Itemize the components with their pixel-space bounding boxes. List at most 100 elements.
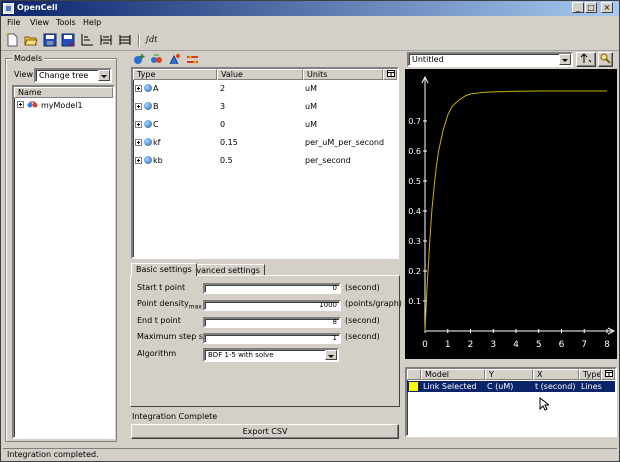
variable-units: uM <box>305 120 317 129</box>
point-density-label: Point densitymax <box>137 299 202 311</box>
add-reaction-icon[interactable] <box>150 53 163 66</box>
column-header-units[interactable]: Units <box>303 69 383 80</box>
column-header-model[interactable]: Model <box>421 369 485 380</box>
menu-help[interactable]: Help <box>83 18 101 27</box>
y-tick-label: 0.6 <box>408 147 421 156</box>
variable-value[interactable]: 3 <box>220 102 225 111</box>
app-icon <box>3 3 14 14</box>
maximize-button[interactable]: □ <box>585 2 597 13</box>
column-header-x[interactable]: X <box>533 369 579 380</box>
table-row[interactable]: B 3 uM <box>133 101 397 113</box>
export-csv-button[interactable]: Export CSV <box>131 424 399 439</box>
table-row[interactable]: kf 0.15 per_uM_per_second <box>133 137 397 149</box>
link-type: Lines <box>581 382 602 391</box>
tree-header-name[interactable]: Name <box>14 87 113 98</box>
model-tree[interactable]: Name myModel1 <box>12 85 115 439</box>
variable-units: uM <box>305 102 317 111</box>
graph-title-select[interactable]: Untitled <box>407 52 573 67</box>
toolbar: ∫dt <box>1 30 619 51</box>
tree-item-mymodel1[interactable]: myModel1 <box>17 100 111 111</box>
variable-name: B <box>153 102 159 111</box>
table-row[interactable]: kb 0.5 per_second <box>133 155 397 167</box>
column-header-type[interactable]: Type <box>133 69 217 80</box>
variable-toolbar <box>129 52 401 67</box>
link-model: Link Selected <box>423 382 477 391</box>
models-panel-title: Models <box>12 54 45 63</box>
series-color-swatch[interactable] <box>409 382 418 391</box>
close-button[interactable]: × <box>601 2 613 13</box>
expand-icon[interactable] <box>135 85 142 92</box>
chevron-down-icon[interactable] <box>325 350 337 360</box>
variable-value[interactable]: 0 <box>220 120 225 129</box>
add-parameter-icon[interactable] <box>168 53 181 66</box>
axis-options-button[interactable] <box>576 52 596 67</box>
integration-status: Integration Complete <box>132 412 218 421</box>
table-row[interactable]: C 0 uM <box>133 119 397 131</box>
start-t-input[interactable]: 0 <box>203 283 341 294</box>
species-icon <box>144 120 152 128</box>
variable-value[interactable]: 0.15 <box>220 138 238 147</box>
axes-icon[interactable] <box>80 33 94 47</box>
add-species-icon[interactable] <box>133 53 146 66</box>
end-t-input[interactable]: 8 <box>203 317 341 328</box>
align-icon[interactable] <box>99 33 113 47</box>
new-file-icon[interactable] <box>5 33 19 47</box>
minimize-button[interactable]: _ <box>572 2 584 13</box>
variables-table[interactable]: Type Value Units A 2 uM B 3 uM C 0 uM kf… <box>131 67 399 259</box>
menu-view[interactable]: View <box>30 18 49 27</box>
add-event-icon[interactable] <box>186 53 199 66</box>
end-t-label: End t point <box>137 316 181 325</box>
max-step-input[interactable]: 1 <box>203 333 341 344</box>
y-tick-label: 0.2 <box>408 267 421 276</box>
chevron-down-icon[interactable] <box>559 54 571 65</box>
grid-icon[interactable] <box>118 33 132 47</box>
expand-icon[interactable] <box>17 101 24 108</box>
max-step-unit: (second) <box>345 332 380 341</box>
view-label: View <box>14 70 33 79</box>
point-density-subscript: max <box>188 303 202 311</box>
variable-name: A <box>153 84 159 93</box>
view-select[interactable]: Change tree <box>34 68 112 83</box>
point-density-unit: (points/graph) <box>345 299 402 308</box>
view-select-value: Change tree <box>39 71 89 80</box>
expand-icon[interactable] <box>135 103 142 110</box>
expand-icon[interactable] <box>135 157 142 164</box>
menu-tools[interactable]: Tools <box>56 18 76 27</box>
menu-bar: File View Tools Help <box>1 16 619 30</box>
save-as-icon[interactable] <box>61 33 75 47</box>
window-title: OpenCell <box>17 3 58 12</box>
table-row[interactable]: Link Selected C (uM) t (second) Lines <box>407 381 615 392</box>
x-tick-label: 6 <box>559 340 565 350</box>
column-header-type[interactable]: Type <box>579 369 601 380</box>
variable-value[interactable]: 2 <box>220 84 225 93</box>
column-header-value[interactable]: Value <box>217 69 303 80</box>
table-icon <box>605 370 613 377</box>
column-header-y[interactable]: Y <box>485 369 533 380</box>
expand-icon[interactable] <box>135 139 142 146</box>
open-folder-icon[interactable] <box>24 33 38 47</box>
plot-area[interactable]: 0.1 0.2 0.3 0.4 0.5 0.6 0.7 0 1 2 3 4 5 6 7 8 <box>405 69 617 359</box>
point-density-input[interactable]: 1000 <box>203 300 341 311</box>
column-chooser-button[interactable] <box>383 69 397 80</box>
expand-icon[interactable] <box>135 121 142 128</box>
model-icon <box>27 101 38 108</box>
links-table[interactable]: Model Y X Type Link Selected C (uM) t (s… <box>405 367 617 437</box>
chevron-down-icon[interactable] <box>98 70 110 81</box>
table-icon <box>387 70 395 77</box>
link-y: C (uM) <box>487 382 514 391</box>
zoom-button[interactable] <box>598 52 613 67</box>
tab-basic-settings[interactable]: Basic settings <box>131 263 197 276</box>
column-chooser-button[interactable] <box>601 369 615 380</box>
integrate-button[interactable]: ∫dt <box>145 35 158 44</box>
menu-file[interactable]: File <box>7 18 20 27</box>
parameter-icon <box>144 138 152 146</box>
y-tick-label: 0.5 <box>408 177 421 186</box>
magnifier-icon <box>600 53 611 64</box>
save-icon[interactable] <box>43 33 57 47</box>
table-row[interactable]: A 2 uM <box>133 83 397 95</box>
variable-value[interactable]: 0.5 <box>220 156 233 165</box>
graph-title-select-value: Untitled <box>412 55 444 64</box>
link-x: t (second) <box>535 382 576 391</box>
algorithm-select[interactable]: BDF 1-5 with solve <box>203 348 339 362</box>
status-text: Integration completed. <box>7 450 99 459</box>
